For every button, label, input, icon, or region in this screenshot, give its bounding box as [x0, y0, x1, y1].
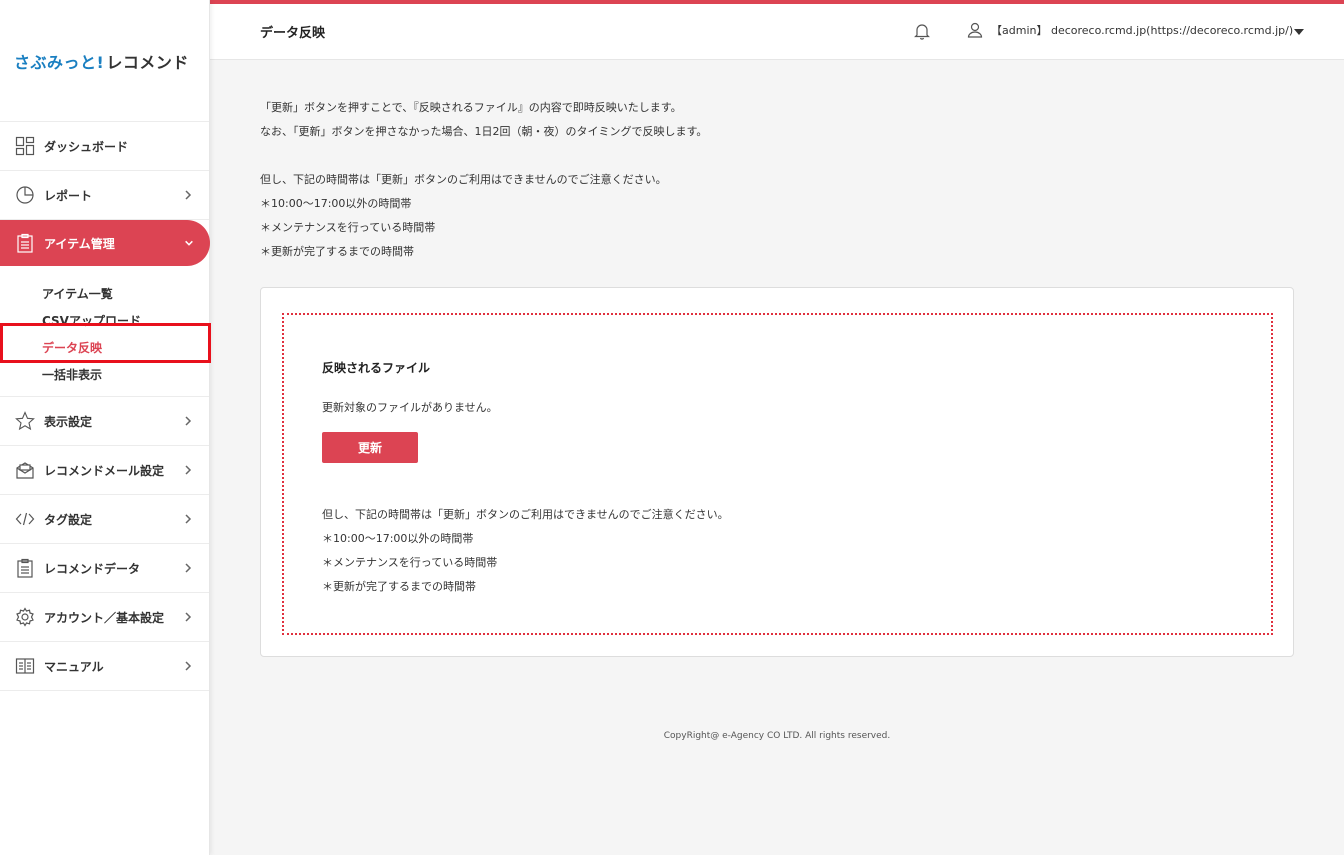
pie-chart-icon [14, 184, 36, 206]
sidebar-item-label: アカウント／基本設定 [44, 610, 165, 625]
chevron-right-icon [185, 563, 192, 573]
caret-down-icon[interactable] [1294, 29, 1304, 35]
sidebar-item-label: タグ設定 [44, 512, 93, 527]
clipboard-icon [14, 557, 36, 579]
submenu-data-reflect[interactable]: データ反映 [0, 334, 209, 361]
sidebar-item-account-settings[interactable]: アカウント／基本設定 [0, 593, 209, 642]
chevron-right-icon [185, 514, 192, 524]
user-menu[interactable]: 【admin】 decoreco.rcmd.jp(https://decorec… [967, 22, 1293, 38]
sidebar-item-tag-settings[interactable]: タグ設定 [0, 495, 209, 544]
reflect-card: 反映されるファイル 更新対象のファイルがありません。 更新 但し、下記の時間帯は… [260, 287, 1294, 657]
note-line: ＊更新が完了するまでの時間帯 [322, 580, 476, 593]
sidebar-item-mail-settings[interactable]: レコメンドメール設定 [0, 446, 209, 495]
sidebar-item-recommend-data[interactable]: レコメンドデータ [0, 544, 209, 593]
chevron-right-icon [185, 465, 192, 475]
sidebar-item-label: レポート [44, 188, 93, 203]
mail-icon [14, 459, 36, 481]
intro-line: なお、「更新」ボタンを押さなかった場合、1日2回（朝・夜）のタイミングで反映しま… [260, 125, 708, 138]
intro-line: ＊メンテナンスを行っている時間帯 [260, 221, 436, 234]
code-icon [14, 508, 36, 530]
notes-text: 但し、下記の時間帯は「更新」ボタンのご利用はできませんのでご注意ください。 ＊1… [322, 503, 729, 599]
chevron-right-icon [185, 661, 192, 671]
sidebar-item-display-settings[interactable]: 表示設定 [0, 397, 209, 446]
intro-line: 「更新」ボタンを押すことで、『反映されるファイル』の内容で即時反映いたします。 [260, 101, 682, 114]
footer-copyright: CopyRight@ e-Agency CO LTD. All rights r… [663, 731, 891, 741]
header: データ反映 【admin】 decoreco.rcmd.jp(https://d… [210, 4, 1344, 60]
logo-part2: レコメンド [106, 52, 189, 72]
submenu-csv-upload[interactable]: CSVアップロード [0, 307, 209, 334]
sidebar-item-dashboard[interactable]: ダッシュボード [0, 122, 209, 171]
intro-line: 但し、下記の時間帯は「更新」ボタンのご利用はできませんのでご注意ください。 [260, 173, 667, 186]
file-section-title: 反映されるファイル [322, 361, 431, 375]
chevron-down-icon [185, 240, 193, 246]
note-line: ＊10:00～17:00以外の時間帯 [322, 532, 474, 545]
user-account-label: 【admin】 decoreco.rcmd.jp(https://decorec… [991, 24, 1294, 37]
sidebar-item-label: ダッシュボード [44, 139, 129, 154]
sidebar: さぶみっと! レコメンド ダッシュボード レポート アイテム管理 アイテム一覧 … [0, 0, 211, 855]
bell-icon[interactable] [913, 22, 931, 40]
note-line: ＊メンテナンスを行っている時間帯 [322, 556, 498, 569]
gear-icon [14, 606, 36, 628]
intro-line: ＊10:00～17:00以外の時間帯 [260, 197, 412, 210]
app-logo[interactable]: さぶみっと! レコメンド [0, 0, 209, 122]
chevron-right-icon [185, 190, 192, 200]
intro-text: 「更新」ボタンを押すことで、『反映されるファイル』の内容で即時反映いたします。 … [260, 96, 707, 264]
logo-part1: さぶみっと! [14, 52, 105, 72]
user-icon [967, 22, 983, 38]
intro-line: ＊更新が完了するまでの時間帯 [260, 245, 414, 258]
sidebar-item-label: レコメンドメール設定 [44, 463, 165, 478]
sidebar-item-label: アイテム管理 [44, 236, 115, 251]
sidebar-item-manual[interactable]: マニュアル [0, 642, 209, 691]
sidebar-item-report[interactable]: レポート [0, 171, 209, 220]
chevron-right-icon [185, 416, 192, 426]
dashboard-icon [14, 135, 36, 157]
star-icon [14, 410, 36, 432]
update-button[interactable]: 更新 [322, 432, 418, 463]
item-management-submenu: アイテム一覧 CSVアップロード データ反映 一括非表示 [0, 266, 211, 397]
no-file-message: 更新対象のファイルがありません。 [322, 401, 498, 414]
sidebar-item-label: マニュアル [44, 659, 104, 674]
submenu-bulk-hide[interactable]: 一括非表示 [0, 361, 209, 388]
submenu-item-list[interactable]: アイテム一覧 [0, 280, 209, 307]
chevron-right-icon [185, 612, 192, 622]
page-title: データ反映 [260, 26, 326, 41]
sidebar-item-item-management[interactable]: アイテム管理 [0, 220, 210, 266]
file-panel: 反映されるファイル 更新対象のファイルがありません。 更新 但し、下記の時間帯は… [282, 313, 1273, 635]
clipboard-icon [14, 232, 36, 254]
sidebar-item-label: 表示設定 [44, 414, 93, 429]
note-line: 但し、下記の時間帯は「更新」ボタンのご利用はできませんのでご注意ください。 [322, 508, 729, 521]
sidebar-item-label: レコメンドデータ [44, 561, 141, 576]
book-icon [14, 655, 36, 677]
